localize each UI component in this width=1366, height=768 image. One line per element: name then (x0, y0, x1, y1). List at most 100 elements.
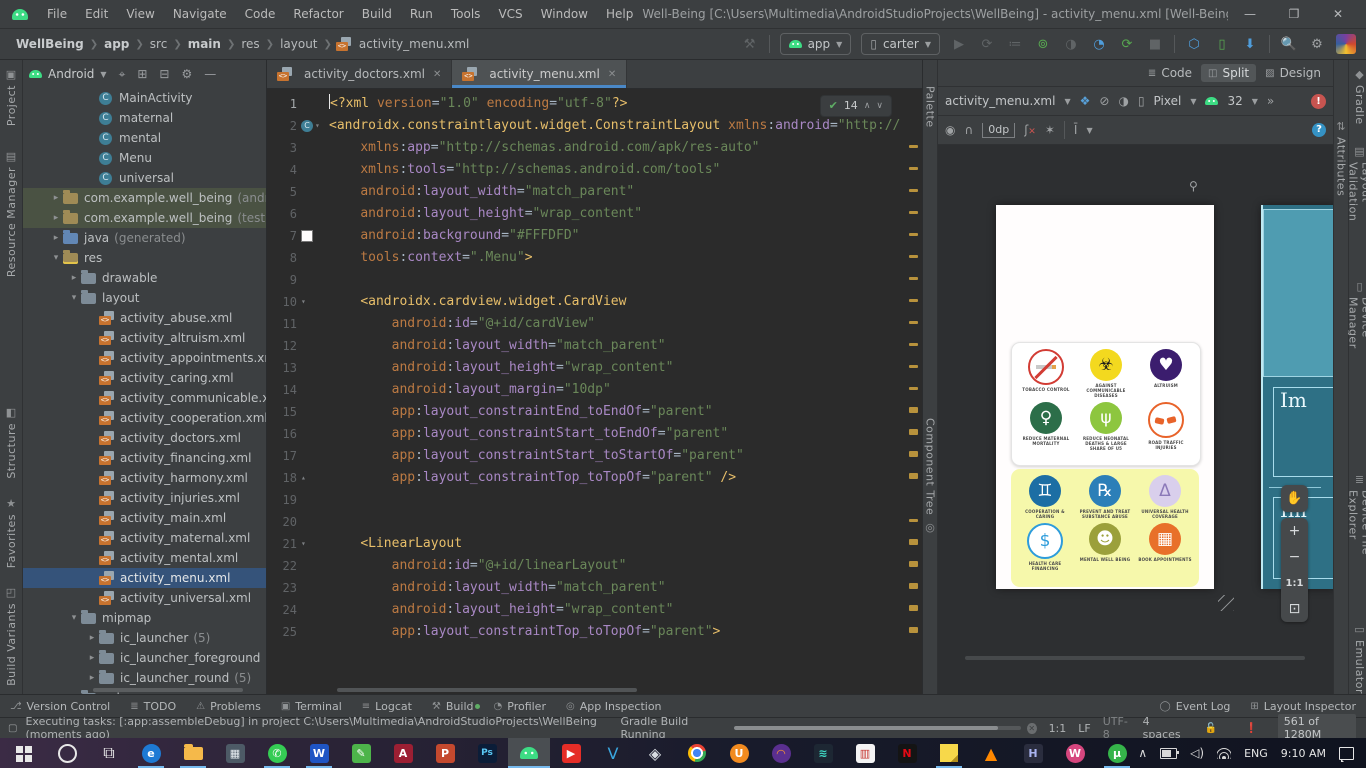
tool-strip-tab-favorites[interactable]: Favorites (5, 514, 18, 568)
device-selector[interactable]: Pixel (1154, 94, 1182, 108)
chevron-down-icon[interactable]: ▼ (100, 70, 106, 79)
tree-item-com.example.well_being[interactable]: ▸ com.example.well_being (androidTest) (23, 188, 266, 208)
breadcrumb-item[interactable]: main (186, 37, 223, 51)
tree-item-activity_maternal.xml[interactable]: <> activity_maternal.xml (23, 528, 266, 548)
breadcrumb-item[interactable]: app (102, 37, 131, 51)
tree-item-activity_altruism.xml[interactable]: <> activity_altruism.xml (23, 328, 266, 348)
code-text[interactable]: <?xml version="1.0" encoding="utf-8"?> <a… (329, 89, 906, 694)
apply-code-changes-button[interactable]: ≔ (1006, 37, 1024, 52)
tree-item-com.example.well_being[interactable]: ▸ com.example.well_being (test) (23, 208, 266, 228)
warning-stripe-mark[interactable] (909, 299, 918, 302)
preview-item-health-financing[interactable]: $ HEALTH CARE FINANCING (1015, 523, 1075, 571)
warning-stripe-mark[interactable] (909, 429, 918, 435)
warning-stripe-mark[interactable] (909, 167, 918, 170)
tree-item-mental[interactable]: Cmental (23, 128, 266, 148)
tab-palette[interactable]: Palette (924, 86, 937, 128)
lock-icon[interactable]: 🔓 (1205, 723, 1217, 734)
code-editor[interactable]: 1 2 C ▾ 3 4 5 6 7 8 9 10 ▾ 11 12 13 14 15 16 17 18 ▴ 19 20 21 ▾ 22… (267, 89, 922, 694)
project-view-selector[interactable]: Android (48, 67, 94, 81)
photoshop[interactable]: Ps (466, 738, 508, 768)
component-tree-icon[interactable]: ◎ (925, 521, 935, 534)
zoom-in-button[interactable]: + (1281, 518, 1308, 544)
close-tab-icon[interactable]: ✕ (433, 69, 441, 80)
tree-chevron-icon[interactable]: ▸ (67, 273, 81, 283)
netflix[interactable]: N (886, 738, 928, 768)
tree-item-activity_main.xml[interactable]: <> activity_main.xml (23, 508, 266, 528)
mode-split[interactable]: ◫ Split (1201, 64, 1257, 82)
android-studio[interactable] (508, 738, 550, 768)
error-badge[interactable]: ! (1311, 93, 1326, 109)
tree-item-activity_mental.xml[interactable]: <> activity_mental.xml (23, 548, 266, 568)
tree-item-activity_abuse.xml[interactable]: <> activity_abuse.xml (23, 308, 266, 328)
tool-strip-tab-device-manager[interactable]: Device Manager (1347, 297, 1366, 389)
tree-item-ic_launcher_round[interactable]: ▸ ic_launcher_round (5) (23, 668, 266, 688)
fold-marker-icon[interactable]: ▾ (301, 291, 306, 313)
word[interactable]: W (298, 738, 340, 768)
tool-strip-tab-device-file-explorer[interactable]: Device File Explorer (1347, 490, 1366, 603)
warning-stripe-mark[interactable] (909, 451, 918, 457)
tree-item-activity_harmony.xml[interactable]: <> activity_harmony.xml (23, 468, 266, 488)
tree-chevron-icon[interactable]: ▾ (67, 693, 81, 694)
device-manager-icon[interactable]: ▯ (1213, 37, 1231, 52)
tool-strip-tab-emulator[interactable]: Emulator (1353, 640, 1366, 694)
preview-item-road-injuries[interactable]: ROAD TRAFFIC INJURIES (1136, 402, 1196, 451)
menu-run[interactable]: Run (401, 7, 442, 21)
tree-item-activity_menu.xml[interactable]: <> activity_menu.xml (23, 568, 266, 588)
tree-item-Menu[interactable]: C Menu (23, 148, 266, 168)
preview-item-mental-health[interactable]: ☻ MENTAL WELL BEING (1075, 523, 1135, 571)
tree-item-mipmap[interactable]: ▾ mipmap (23, 608, 266, 628)
warning-stripe-mark[interactable] (909, 387, 918, 390)
file-explorer[interactable] (172, 738, 214, 768)
toolwindow-version-control[interactable]: ⎇ Version Control (0, 700, 120, 713)
tree-chevron-icon[interactable]: ▾ (67, 613, 81, 623)
toolwindow-layout-inspector[interactable]: ⊞ Layout Inspector (1240, 700, 1366, 713)
warning-stripe-mark[interactable] (909, 583, 918, 589)
settings-gear-icon[interactable]: ⚙ (181, 67, 192, 81)
search-icon[interactable]: 🔍 (1280, 37, 1298, 52)
tree-chevron-icon[interactable]: ▸ (49, 233, 63, 243)
tree-chevron-icon[interactable]: ▸ (85, 633, 99, 643)
editor-tab-activity_doctors.xml[interactable]: <> activity_doctors.xml ✕ (267, 60, 453, 88)
debug-button[interactable]: ⊚ (1034, 37, 1052, 52)
chevron-up-icon[interactable]: ∧ (864, 95, 871, 117)
rerun-sync-button[interactable]: ⟳ (1118, 37, 1136, 52)
profile-button[interactable]: ◑ (1062, 37, 1080, 52)
design-file-selector[interactable]: activity_menu.xml (945, 94, 1055, 108)
menu-vcs[interactable]: VCS (489, 7, 531, 21)
tree-chevron-icon[interactable]: ▸ (85, 673, 99, 683)
toolwindow-app-inspection[interactable]: ◎ App Inspection (556, 700, 672, 713)
view-options-eye-icon[interactable]: ◉ (945, 123, 955, 137)
menu-code[interactable]: Code (236, 7, 285, 21)
more-chevron-icon[interactable]: » (1267, 94, 1274, 108)
tree-item-drawable[interactable]: ▸ drawable (23, 268, 266, 288)
menu-window[interactable]: Window (532, 7, 597, 21)
chrome[interactable] (676, 738, 718, 768)
warning-stripe-mark[interactable] (909, 627, 918, 633)
run-config-selector[interactable]: app ▼ (779, 33, 852, 55)
menu-refactor[interactable]: Refactor (284, 7, 352, 21)
tree-item-activity_communicable.xml[interactable]: <> activity_communicable.xml (23, 388, 266, 408)
class-gutter-icon[interactable]: C (301, 120, 313, 132)
menu-navigate[interactable]: Navigate (164, 7, 236, 21)
breadcrumb-item[interactable]: activity_menu.xml (357, 37, 471, 51)
warning-stripe-mark[interactable] (909, 539, 918, 545)
filmora[interactable]: W (1054, 738, 1096, 768)
whatsapp[interactable]: ✆ (256, 738, 298, 768)
preview-item-maternal-mortality[interactable]: ♀ REDUCE MATERNAL MORTALITY (1016, 402, 1076, 451)
fold-marker-icon[interactable]: ▾ (301, 533, 306, 555)
toolwindow-profiler[interactable]: ◔ Profiler (484, 700, 556, 713)
edge-browser[interactable]: e (130, 738, 172, 768)
tree-item-layout[interactable]: ▾ layout (23, 288, 266, 308)
uc-browser[interactable]: U (718, 738, 760, 768)
apply-changes-button[interactable]: ⟳ (978, 37, 996, 52)
warning-stripe-mark[interactable] (909, 473, 918, 479)
editor-horizontal-scrollbar[interactable] (337, 688, 637, 692)
warning-stripe-mark[interactable] (909, 561, 918, 567)
tool-strip-tab-layout-validation[interactable]: Layout Validation (1347, 162, 1366, 261)
sdk-manager-icon[interactable]: ⬇ (1241, 37, 1259, 52)
menu-edit[interactable]: Edit (76, 7, 117, 21)
toolwindow-todo[interactable]: ≣ TODO (120, 700, 186, 713)
preview-item-altruism[interactable]: ♥ ALTRUISM (1136, 349, 1196, 398)
notes-app[interactable]: ✎ (340, 738, 382, 768)
tool-strip-tab-resource-manager[interactable]: Resource Manager (5, 167, 18, 277)
